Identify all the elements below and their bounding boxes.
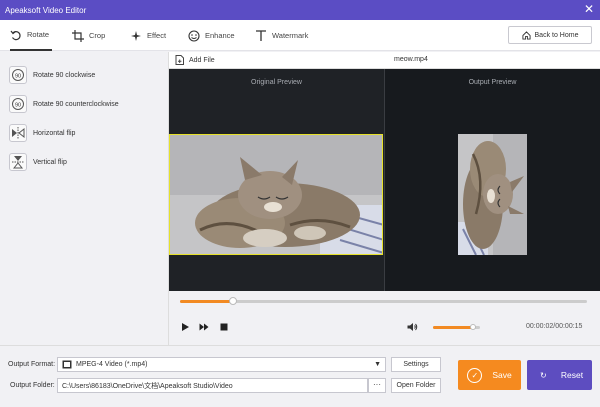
tab-label: Enhance [205,31,235,40]
enhance-icon [188,29,200,42]
add-file-icon [175,55,184,65]
reset-icon: ↻ [540,370,547,380]
original-preview-label: Original Preview [251,79,302,86]
tab-bar: Rotate Crop Effect Enhance Watermark Bac… [0,20,600,51]
tab-effect[interactable]: Effect [130,20,166,51]
vertical-flip-icon [9,153,27,171]
preview-area: Original Preview Output Preview [169,69,600,291]
original-preview-pane: Original Preview [169,69,384,291]
add-file-button[interactable]: Add File [175,55,215,65]
rotate-counterclockwise-label: Rotate 90 counterclockwise [33,100,119,108]
file-bar: Add File meow.mp4 [169,52,600,69]
volume-icon[interactable] [407,322,418,332]
title-bar: Apeaksoft Video Editor ✕ [0,0,600,20]
cat-image [170,135,382,254]
effect-icon [131,30,141,41]
checkmark-icon: ✓ [467,367,483,383]
browse-folder-button[interactable]: ··· [368,378,386,393]
rotate-counterclockwise-icon: 90 [9,95,27,113]
home-icon [521,30,531,40]
original-video-frame[interactable] [169,134,383,255]
crop-icon [72,29,84,42]
timeline-progress [180,300,233,303]
output-format-select[interactable]: MPEG-4 Video (*.mp4) ▼ [57,357,386,372]
reset-label: Reset [560,370,584,380]
tab-label: Watermark [272,31,309,40]
rotate-clockwise-icon-text: 90 [15,73,21,79]
add-file-label: Add File [189,56,215,64]
stop-icon[interactable] [219,322,229,332]
back-to-home-button[interactable]: Back to Home [508,26,592,44]
video-format-icon [62,360,72,369]
reset-button[interactable]: ↻ Reset [527,360,592,390]
rotate-counterclockwise-icon-text: 90 [15,102,21,108]
tab-rotate[interactable]: Rotate [10,20,52,51]
horizontal-flip-label: Horizontal flip [33,129,76,137]
tab-watermark[interactable]: Watermark [255,20,308,51]
settings-label: Settings [403,361,429,368]
window-title: Apeaksoft Video Editor [5,5,87,15]
rotate-icon [10,30,21,40]
output-folder-value: C:\Users\86183\OneDrive\文档\Apeaksoft Stu… [62,382,233,390]
chevron-down-icon: ▼ [374,361,381,368]
settings-button[interactable]: Settings [391,357,441,372]
timecode: 00:00:02/00:00:15 [526,323,583,330]
rotate-options-panel: 90 Rotate 90 clockwise 90 Rotate 90 coun… [0,52,169,345]
volume-handle[interactable] [469,324,476,330]
save-label: Save [492,370,512,380]
vertical-flip-option[interactable]: Vertical flip [9,153,67,171]
timeline-slider[interactable] [180,297,587,305]
output-video-frame [458,134,527,255]
save-button[interactable]: ✓ Save [458,360,521,390]
vertical-flip-label: Vertical flip [33,158,67,166]
output-folder-label: Output Folder: [10,382,55,389]
playback-controls: 00:00:02/00:00:15 [169,291,600,345]
tab-label: Rotate [27,30,50,39]
fast-forward-icon[interactable] [199,322,209,332]
open-folder-label: Open Folder [396,382,436,389]
cat-image-rotated [458,134,527,255]
close-icon[interactable]: ✕ [584,2,594,16]
output-settings-bar: Output Format: MPEG-4 Video (*.mp4) ▼ Se… [0,345,600,407]
play-icon[interactable] [180,322,190,332]
volume-slider[interactable] [433,324,480,330]
timeline-handle[interactable] [228,297,237,305]
rotate-counterclockwise-option[interactable]: 90 Rotate 90 counterclockwise [9,95,119,113]
output-preview-label: Output Preview [468,79,517,86]
tab-label: Crop [89,31,106,40]
horizontal-flip-icon [9,124,27,142]
open-folder-button[interactable]: Open Folder [391,378,441,393]
output-folder-path[interactable]: C:\Users\86183\OneDrive\文档\Apeaksoft Stu… [57,378,368,393]
output-format-label: Output Format: [8,361,56,368]
horizontal-flip-option[interactable]: Horizontal flip [9,124,75,142]
tab-crop[interactable]: Crop [72,20,105,51]
tab-label: Effect [147,31,167,40]
rotate-clockwise-label: Rotate 90 clockwise [33,71,96,79]
watermark-icon [256,29,266,41]
rotate-clockwise-option[interactable]: 90 Rotate 90 clockwise [9,66,95,84]
rotate-clockwise-icon: 90 [9,66,27,84]
output-preview-pane: Output Preview [385,69,600,291]
volume-level [433,326,473,329]
file-name: meow.mp4 [394,56,428,63]
back-to-home-label: Back to Home [534,31,579,39]
tab-enhance[interactable]: Enhance [188,20,235,51]
output-format-value: MPEG-4 Video (*.mp4) [76,361,148,368]
